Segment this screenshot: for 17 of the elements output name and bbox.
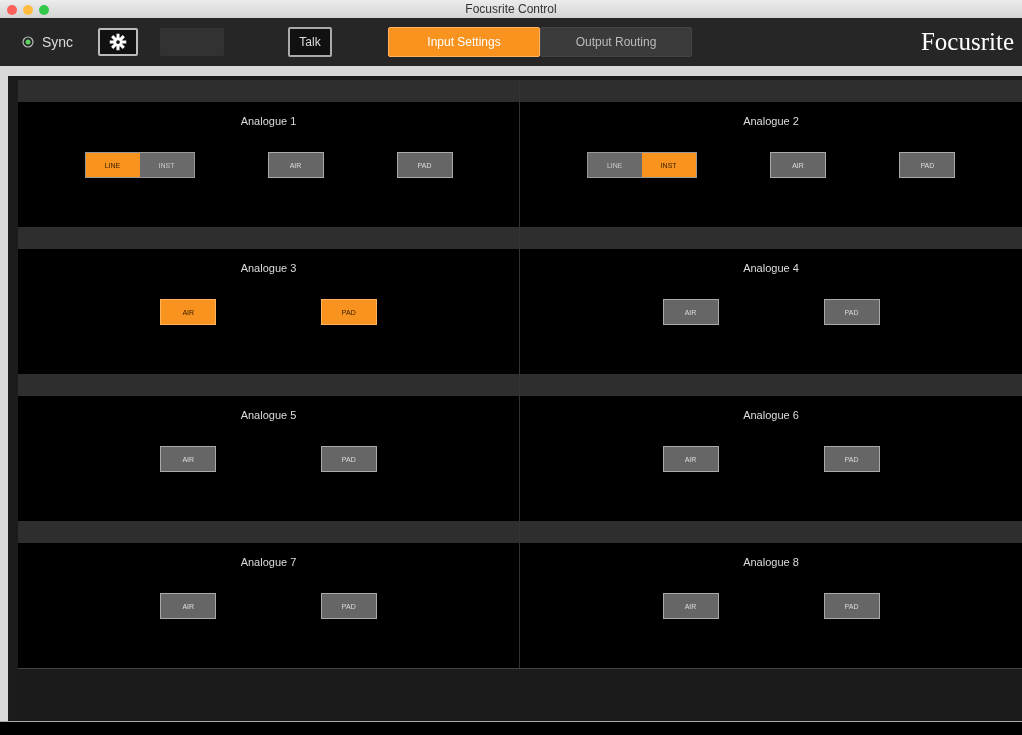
channel-name: Analogue 3 [240,262,297,275]
sync-label: Sync [42,34,74,51]
channel-name: Analogue 5 [240,409,297,422]
tab[interactable]: Input Settings [388,27,540,58]
channel-name: Analogue 7 [240,556,297,569]
brand-logo: Focusrite [920,28,1014,57]
channel-name: Analogue 2 [743,115,799,128]
settings-icon [109,33,127,52]
settings-button[interactable] [98,28,138,57]
channel-name: Analogue 8 [743,556,799,569]
tab[interactable]: Output Routing [540,27,692,58]
window-controls-icon[interactable] [6,4,50,16]
window-title: Focusrite Control [465,2,557,17]
channel-name: Analogue 4 [743,262,799,275]
channel-name: Analogue 6 [743,409,799,422]
channel-name: Analogue 1 [240,115,297,128]
talk-button[interactable]: Talk [288,27,332,58]
